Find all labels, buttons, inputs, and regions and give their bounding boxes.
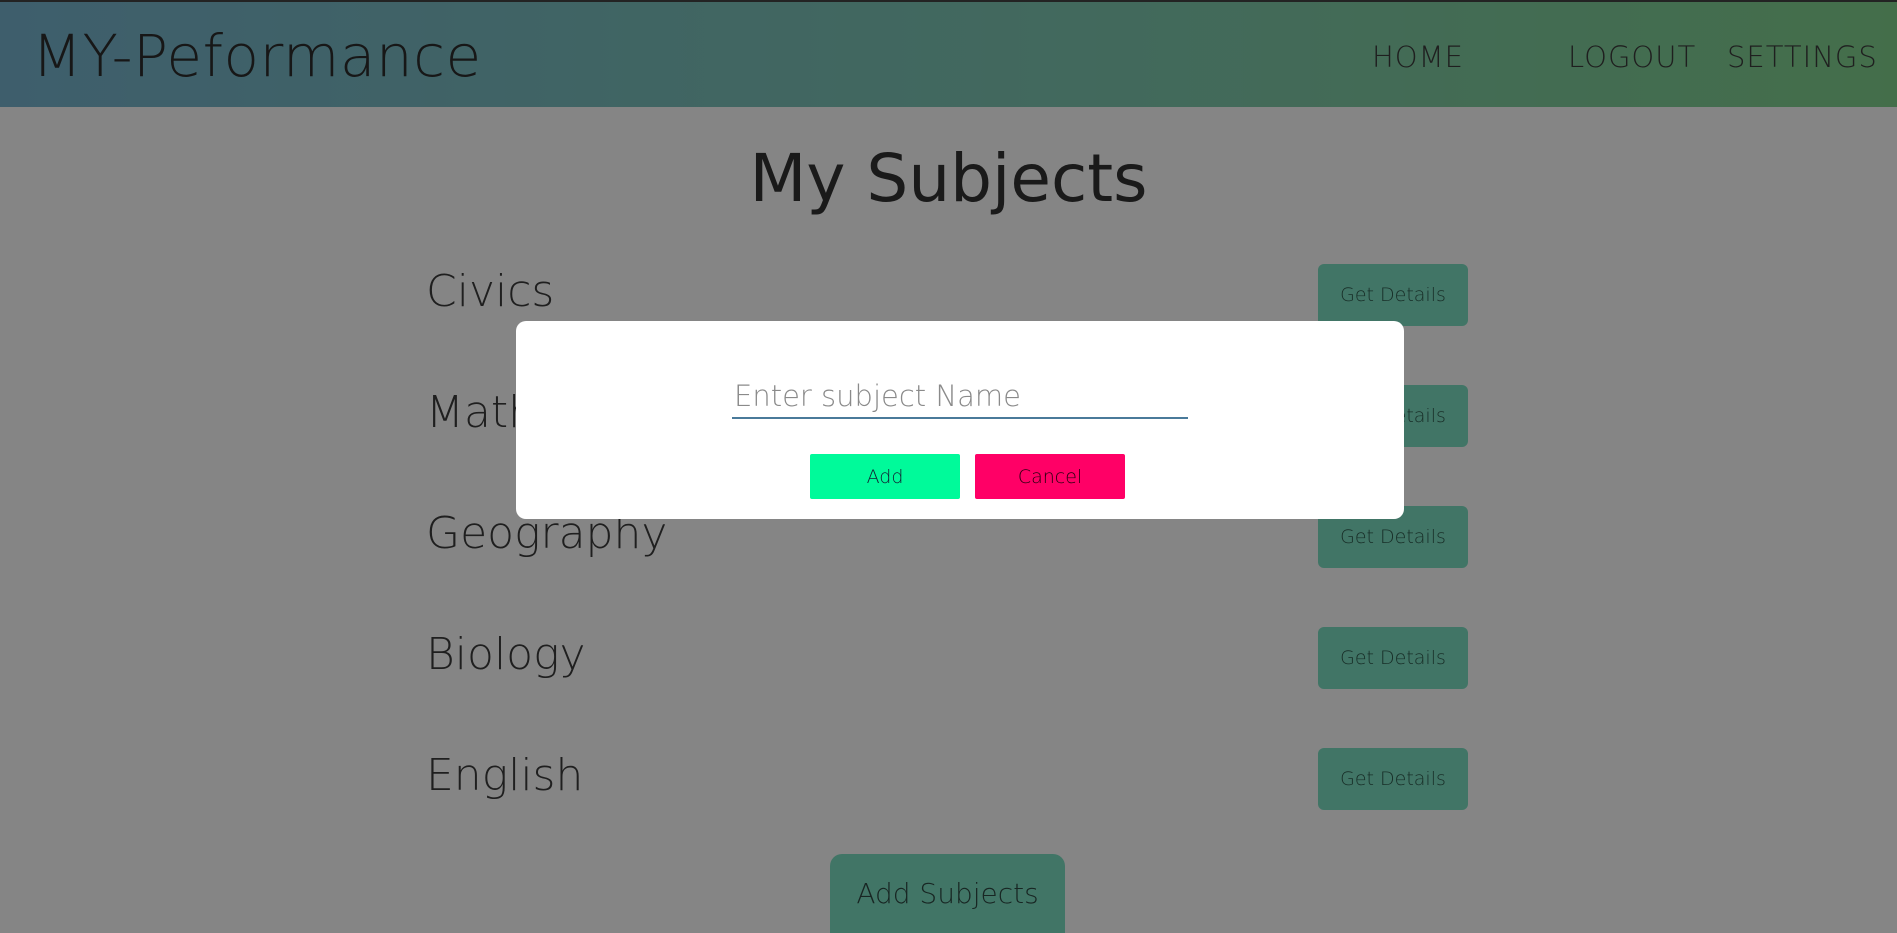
subject-name-input[interactable] — [732, 375, 1188, 419]
cancel-button[interactable]: Cancel — [975, 454, 1125, 499]
add-button[interactable]: Add — [810, 454, 960, 499]
add-subject-dialog: Add Cancel — [516, 321, 1404, 519]
